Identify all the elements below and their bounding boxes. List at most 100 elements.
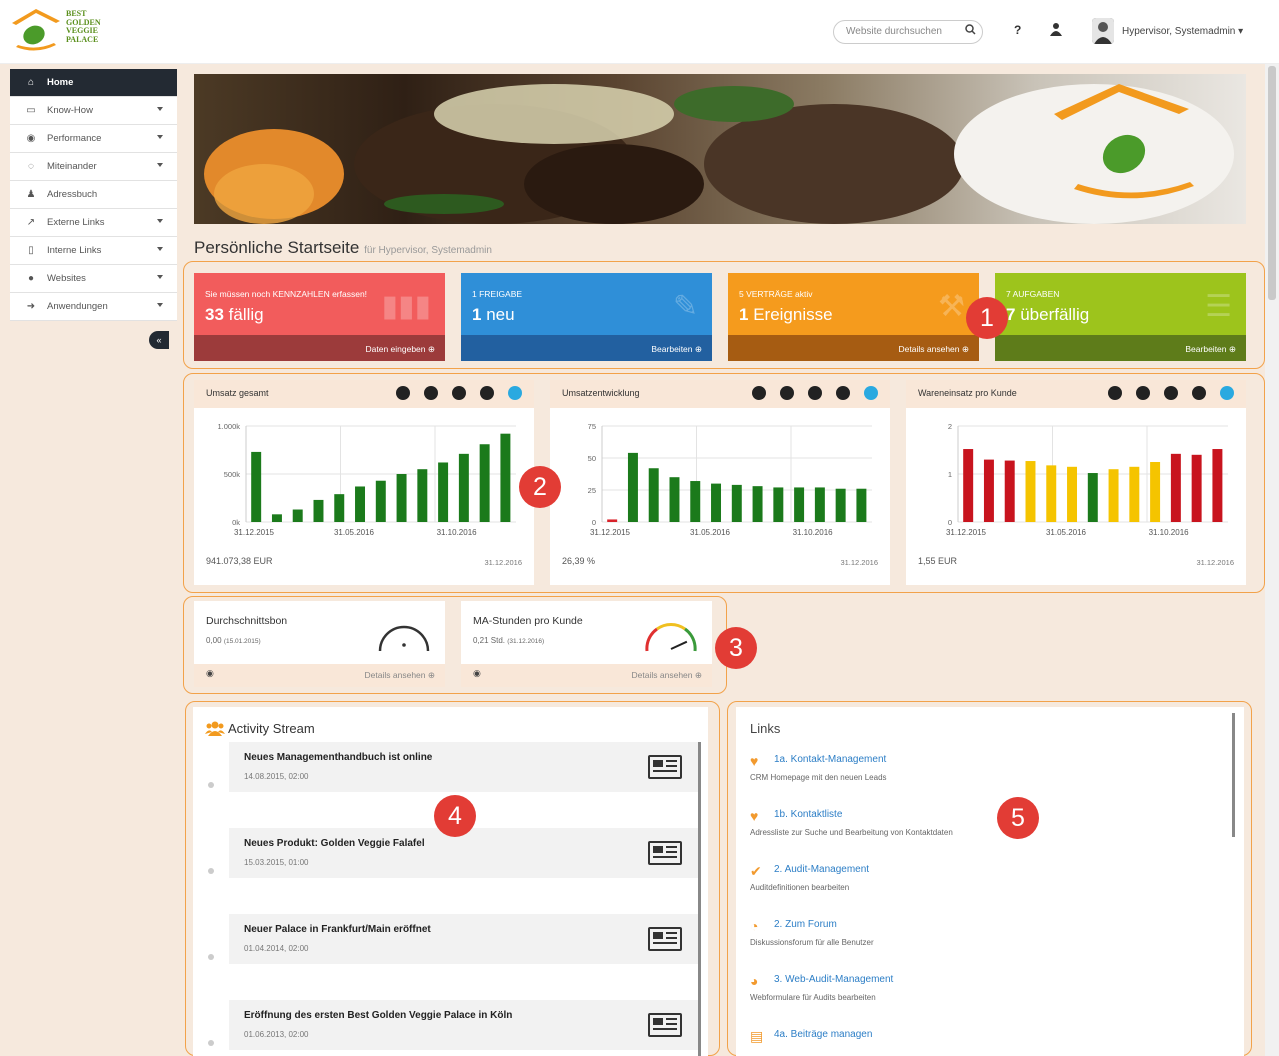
activity-item[interactable]: Neuer Palace in Frankfurt/Main eröffnet 0… [229, 914, 701, 964]
banner-picture [204, 84, 1234, 224]
activity-item[interactable]: Neues Produkt: Golden Veggie Falafel 15.0… [229, 828, 701, 878]
kpi-tile-2[interactable]: 1 FREIGABE 1 neu ✎ Bearbeiten ⊕ [461, 273, 712, 361]
sidebar-item-home[interactable]: ⌂ Home [10, 69, 177, 97]
newspaper-icon [648, 1013, 682, 1037]
sidebar-item-adressbuch[interactable]: ♟ Adressbuch [10, 181, 177, 209]
chart-title: Wareneinsatz pro Kunde [918, 388, 1017, 398]
kpi-tile-1[interactable]: Sie müssen noch KENNZAHLEN erfassen! 33 f… [194, 273, 445, 361]
link-title[interactable]: 2. Zum Forum [774, 919, 837, 930]
arrow-right-icon[interactable] [508, 386, 522, 400]
arrow-right-icon[interactable] [864, 386, 878, 400]
bar-chart-icon[interactable] [396, 386, 410, 400]
kpi-tile-4[interactable]: 7 AUFGABEN 7 überfällig ☰ Bearbeiten ⊕ [995, 273, 1246, 361]
heart-icon: ♥ [750, 753, 759, 769]
avatar[interactable] [1092, 18, 1114, 44]
bar [1004, 460, 1015, 522]
kpi-tile-footer-link[interactable]: Bearbeiten ⊕ [461, 335, 712, 361]
kpi-tile-label: 5 VERTRÄGE aktiv [739, 289, 813, 299]
kpi-tile-number: 1 [739, 305, 749, 324]
arrow-right-icon[interactable] [1220, 386, 1234, 400]
bar [1087, 473, 1098, 522]
link-title[interactable]: 1a. Kontakt-Management [774, 754, 886, 765]
x-tick-label: 31.05.2016 [690, 528, 731, 537]
y-tick-label: 500k [224, 470, 241, 479]
sidebar-item-anwendungen[interactable]: ➜ Anwendungen [10, 293, 177, 321]
area-chart-icon[interactable] [808, 386, 822, 400]
bar [794, 487, 805, 522]
link-title[interactable]: 3. Web-Audit-Management [774, 974, 893, 985]
sidebar-item-know-how[interactable]: ▭ Know-How [10, 97, 177, 125]
bar [458, 453, 469, 522]
chart-title: Umsatzentwicklung [562, 388, 640, 398]
bar [983, 459, 994, 522]
search-icon[interactable] [965, 24, 976, 38]
bookmark-icon: ▯ [28, 245, 34, 256]
comments-icon: ◔ [750, 918, 759, 934]
callout-badge-1: 1 [966, 297, 1008, 339]
header-banner-image [194, 74, 1246, 224]
bar [711, 483, 722, 522]
bar [1067, 466, 1078, 522]
kpi-tile-footer-link[interactable]: Details ansehen ⊕ [728, 335, 979, 361]
sidebar-item-label: Interne Links [47, 245, 102, 256]
sidebar-item-performance[interactable]: ◉ Performance [10, 125, 177, 153]
gauge-details-link[interactable]: Details ansehen ⊕ [461, 664, 712, 687]
gauge-card-1: Durchschnittsbon 0,00 (15.01.2015) Details… [194, 601, 445, 687]
activity-item[interactable]: Eröffnung des ersten Best Golden Veggie … [229, 1000, 701, 1050]
sidebar-item-websites[interactable]: ● Websites [10, 265, 177, 293]
line-chart-icon[interactable] [780, 386, 794, 400]
link-title[interactable]: 1b. Kontaktliste [774, 809, 842, 820]
timeline-dot [208, 782, 214, 788]
gauge-value: 0,00 (15.01.2015) [206, 636, 261, 645]
bar [438, 462, 449, 522]
bar-chart-icon[interactable] [752, 386, 766, 400]
help-icon[interactable]: ? [1014, 23, 1021, 37]
kpi-tile-footer-link[interactable]: Daten eingeben ⊕ [194, 335, 445, 361]
activity-item[interactable]: Neues Managementhandbuch ist online 14.08… [229, 742, 701, 792]
link-title[interactable]: 2. Audit-Management [774, 864, 869, 875]
bar [835, 488, 846, 522]
callout-badge-3: 3 [715, 627, 757, 669]
info-icon[interactable] [1192, 386, 1206, 400]
search-input[interactable]: Website durchsuchen [833, 20, 983, 44]
activity-scrollbar[interactable] [698, 742, 701, 1056]
globe-icon: ● [27, 273, 35, 284]
y-tick-label: 0k [232, 518, 240, 527]
y-tick-label: 0 [592, 518, 596, 527]
chart-panel-2: Umsatzentwicklung 75 50 25 0 31.12.2015 31.05.… [550, 380, 890, 585]
user-menu[interactable]: Hypervisor, Systemadmin ▾ [1122, 26, 1243, 37]
chevron-down-icon [157, 107, 163, 111]
sidebar-item-interne-links[interactable]: ▯ Interne Links [10, 237, 177, 265]
area-chart-icon[interactable] [452, 386, 466, 400]
bar [355, 486, 366, 522]
area-chart-icon[interactable] [1164, 386, 1178, 400]
links-scrollbar[interactable] [1232, 713, 1235, 837]
info-icon[interactable] [480, 386, 494, 400]
line-chart-icon[interactable] [1136, 386, 1150, 400]
sidebar-item-externe-links[interactable]: ↗ Externe Links [10, 209, 177, 237]
newspaper-icon [648, 841, 682, 865]
activity-item-title: Eröffnung des ersten Best Golden Veggie … [244, 1010, 513, 1021]
user-icon[interactable] [1050, 22, 1062, 36]
bar-chart: 2 1 031.12.2015 31.05.2016 31.10.2016 [946, 422, 1228, 537]
kpi-tile-value: 33 fällig [205, 305, 264, 325]
gauge-details-link[interactable]: Details ansehen ⊕ [194, 664, 445, 687]
page-scrollbar-thumb[interactable] [1268, 66, 1276, 300]
bar-chart-icon[interactable] [1108, 386, 1122, 400]
kpi-tile-footer-link[interactable]: Bearbeiten ⊕ [995, 335, 1246, 361]
page-subtitle: für Hypervisor, Systemadmin [364, 245, 492, 256]
kpi-tile-3[interactable]: 5 VERTRÄGE aktiv 1 Ereignisse ⚒ Details ans… [728, 273, 979, 361]
kpi-tile-word: Ereignisse [753, 305, 833, 324]
info-icon[interactable] [836, 386, 850, 400]
sidebar-item-miteinander[interactable]: ◌ Miteinander [10, 153, 177, 181]
chart-footer-date: 31.12.2016 [840, 558, 878, 567]
link-title[interactable]: 4a. Beiträge managen [774, 1029, 872, 1040]
y-tick-label: 0 [948, 518, 952, 527]
activity-item-date: 14.08.2015, 02:00 [244, 772, 309, 781]
bar [1025, 461, 1036, 522]
line-chart-icon[interactable] [424, 386, 438, 400]
logo[interactable]: BEST GOLDEN VEGGIE PALACE [10, 5, 110, 57]
sidebar-collapse-button[interactable]: « [149, 331, 169, 349]
bar [292, 509, 303, 522]
chevron-down-icon [157, 135, 163, 139]
